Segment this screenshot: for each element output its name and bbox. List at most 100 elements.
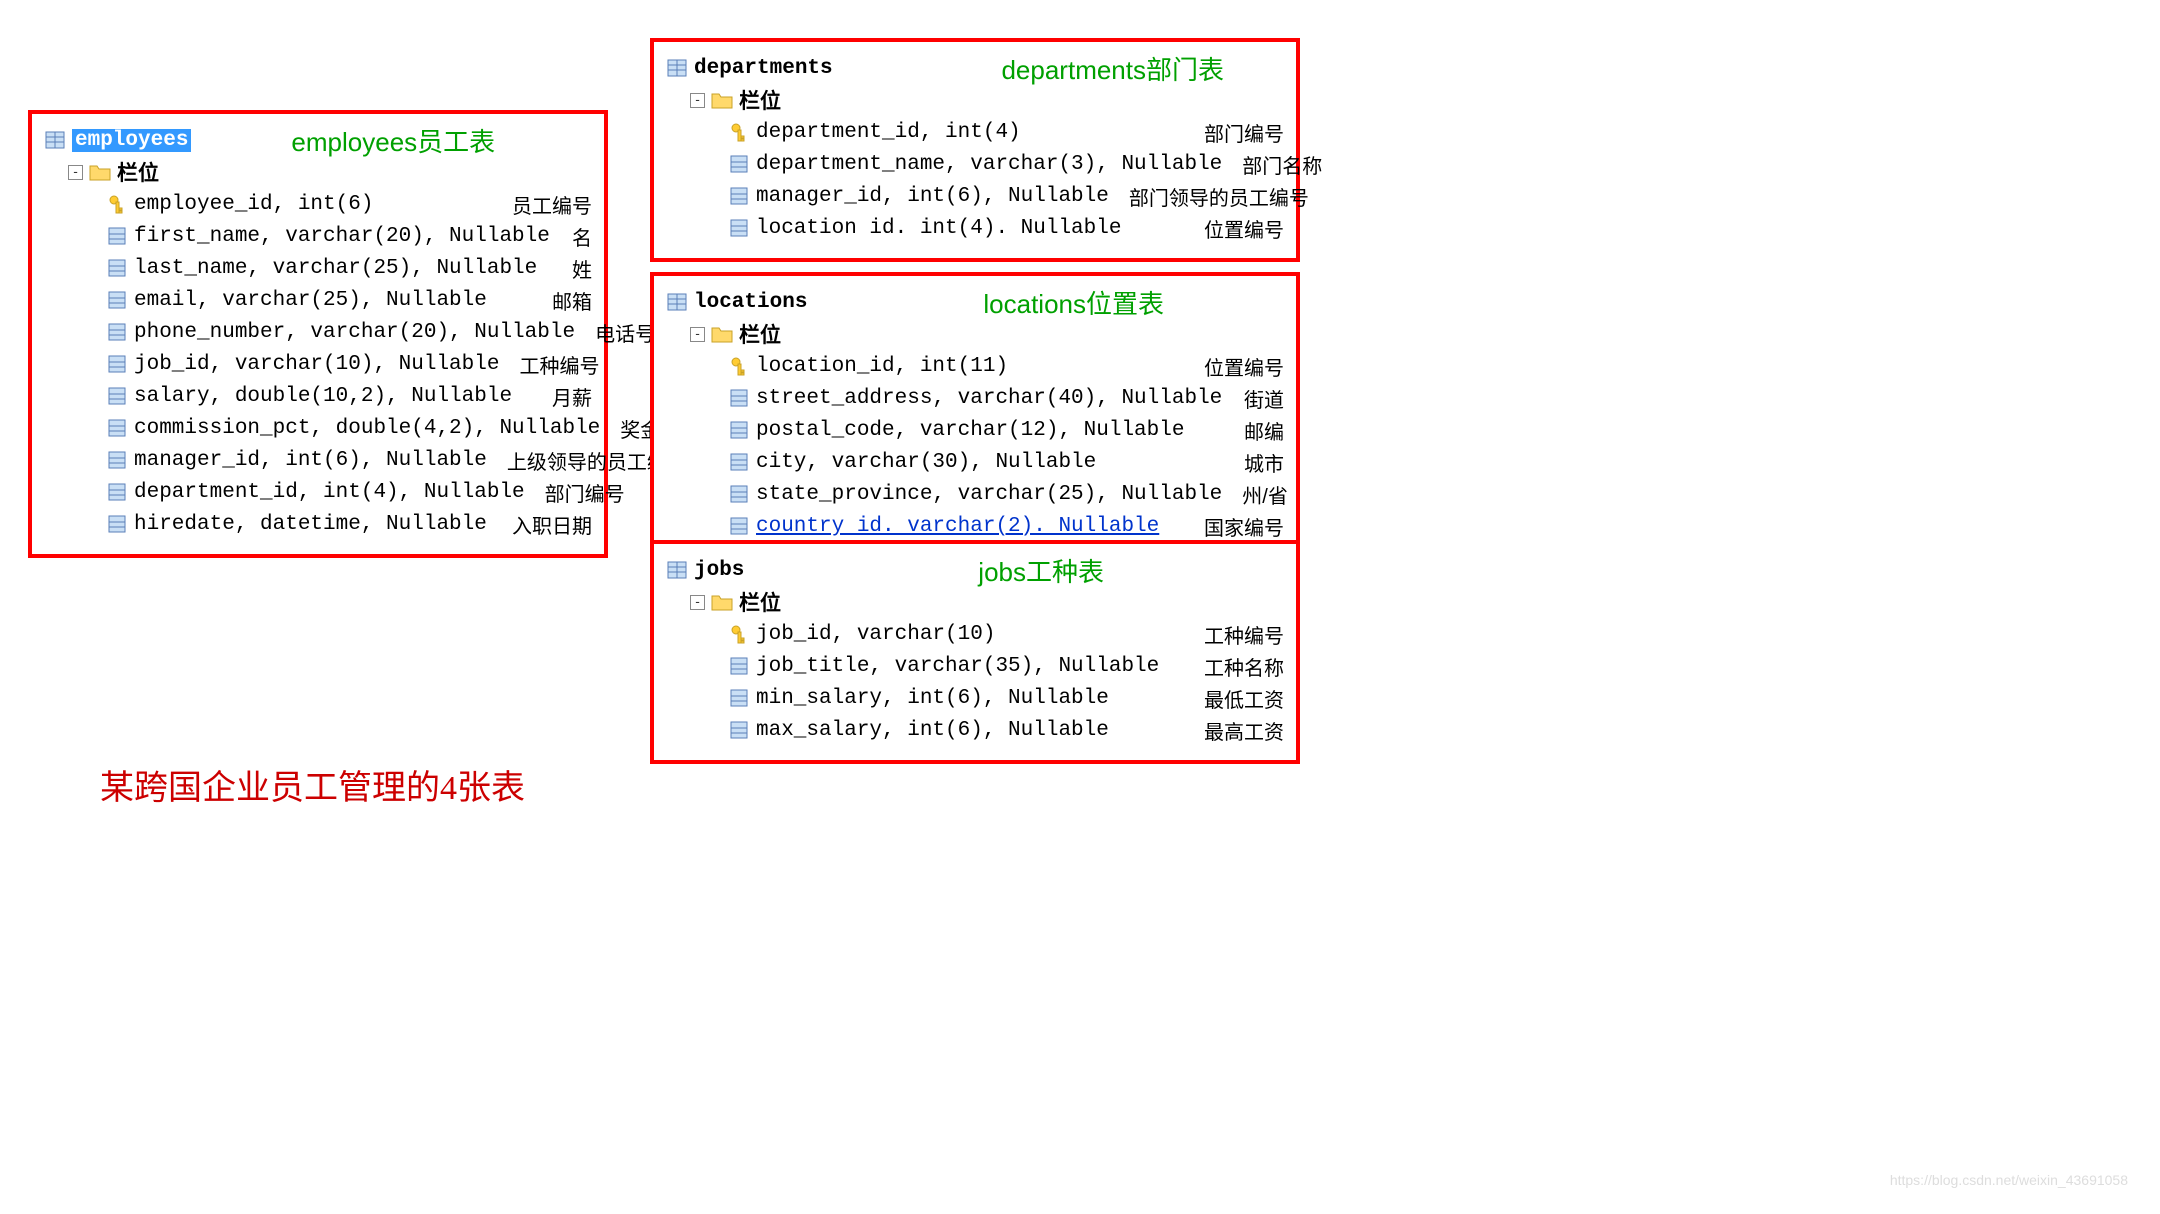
field-definition: last_name, varchar(25), Nullable <box>134 257 537 280</box>
field-row[interactable]: department_id, int(4)部门编号 <box>728 118 1284 146</box>
field-row[interactable]: job_id, varchar(10), Nullable工种编号 <box>106 350 592 378</box>
primary-key-icon <box>728 121 750 143</box>
field-definition: manager_id, int(6), Nullable <box>756 185 1109 208</box>
box-title: jobs工种表 <box>978 552 1104 589</box>
column-icon <box>106 289 128 311</box>
fields-container: job_id, varchar(10)工种编号 job_title, varcha… <box>666 620 1284 744</box>
box-title: departments部门表 <box>1001 50 1224 87</box>
column-icon <box>728 217 750 239</box>
box-title: locations位置表 <box>983 284 1164 321</box>
field-row[interactable]: first_name, varchar(20), Nullable名 <box>106 222 592 250</box>
field-description: 位置编号 <box>1184 352 1284 381</box>
field-description: 位置编号 <box>1184 214 1284 243</box>
field-row[interactable]: hiredate, datetime, Nullable入职日期 <box>106 510 592 538</box>
column-icon <box>728 387 750 409</box>
field-row[interactable]: manager_id, int(6), Nullable上级领导的员工编号 <box>106 446 592 474</box>
field-definition: location_id, int(11) <box>756 355 1008 378</box>
table-row[interactable]: employees employees员工表 <box>44 126 592 154</box>
column-icon <box>106 225 128 247</box>
columns-folder[interactable]: - 栏位 <box>68 158 592 186</box>
field-row[interactable]: postal_code, varchar(12), Nullable邮编 <box>728 416 1284 444</box>
column-icon <box>106 385 128 407</box>
field-description: 入职日期 <box>492 510 592 539</box>
field-description: 邮编 <box>1224 416 1284 445</box>
columns-folder[interactable]: - 栏位 <box>690 588 1284 616</box>
field-row[interactable]: job_title, varchar(35), Nullable工种名称 <box>728 652 1284 680</box>
field-description: 工种编号 <box>1184 620 1284 649</box>
table-name: employees <box>72 129 191 152</box>
field-definition: manager_id, int(6), Nullable <box>134 449 487 472</box>
table-row[interactable]: jobs jobs工种表 <box>666 556 1284 584</box>
column-icon <box>728 451 750 473</box>
folder-icon <box>711 323 733 345</box>
field-description: 姓 <box>552 254 592 283</box>
field-row[interactable]: employee_id, int(6)员工编号 <box>106 190 592 218</box>
field-row[interactable]: country id. varchar(2). Nullable国家编号 <box>728 512 1284 540</box>
table-icon <box>666 291 688 313</box>
field-description: 部门名称 <box>1222 150 1322 179</box>
field-description: 街道 <box>1224 384 1284 413</box>
toggle-icon[interactable]: - <box>690 93 705 108</box>
field-definition: salary, double(10,2), Nullable <box>134 385 512 408</box>
field-description: 工种名称 <box>1184 652 1284 681</box>
field-row[interactable]: state_province, varchar(25), Nullable州/省 <box>728 480 1284 508</box>
field-description: 部门领导的员工编号 <box>1109 182 1309 211</box>
field-row[interactable]: street_address, varchar(40), Nullable街道 <box>728 384 1284 412</box>
field-definition: employee_id, int(6) <box>134 193 373 216</box>
column-icon <box>728 655 750 677</box>
field-definition: state_province, varchar(25), Nullable <box>756 483 1222 506</box>
field-definition: street_address, varchar(40), Nullable <box>756 387 1222 410</box>
field-definition: department_name, varchar(3), Nullable <box>756 153 1222 176</box>
fields-container: employee_id, int(6)员工编号 first_name, varch… <box>44 190 592 538</box>
field-row[interactable]: department_name, varchar(3), Nullable部门名… <box>728 150 1284 178</box>
columns-folder[interactable]: - 栏位 <box>690 320 1284 348</box>
field-definition: first_name, varchar(20), Nullable <box>134 225 550 248</box>
primary-key-icon <box>728 623 750 645</box>
field-row[interactable]: department_id, int(4), Nullable部门编号 <box>106 478 592 506</box>
column-icon <box>728 719 750 741</box>
watermark: https://blog.csdn.net/weixin_43691058 <box>1890 1172 2128 1188</box>
table-icon <box>44 129 66 151</box>
field-row[interactable]: last_name, varchar(25), Nullable 姓 <box>106 254 592 282</box>
field-definition: city, varchar(30), Nullable <box>756 451 1096 474</box>
columns-folder[interactable]: - 栏位 <box>690 86 1284 114</box>
table-row[interactable]: departments departments部门表 <box>666 54 1284 82</box>
folder-label: 栏位 <box>739 319 781 349</box>
folder-icon <box>711 591 733 613</box>
field-description: 城市 <box>1224 448 1284 477</box>
field-row[interactable]: commission_pct, double(4,2), Nullable奖金率 <box>106 414 592 442</box>
field-description: 部门编号 <box>525 478 625 507</box>
field-row[interactable]: max_salary, int(6), Nullable最高工资 <box>728 716 1284 744</box>
table-name: jobs <box>694 559 744 582</box>
field-row[interactable]: email, varchar(25), Nullable邮箱 <box>106 286 592 314</box>
field-definition: commission_pct, double(4,2), Nullable <box>134 417 600 440</box>
field-description: 邮箱 <box>532 286 592 315</box>
column-icon <box>106 353 128 375</box>
field-description: 最高工资 <box>1184 716 1284 745</box>
field-row[interactable]: salary, double(10,2), Nullable月薪 <box>106 382 592 410</box>
field-row[interactable]: job_id, varchar(10)工种编号 <box>728 620 1284 648</box>
toggle-icon[interactable]: - <box>690 327 705 342</box>
column-icon <box>728 483 750 505</box>
field-row[interactable]: location id. int(4). Nullable位置编号 <box>728 214 1284 242</box>
field-row[interactable]: min_salary, int(6), Nullable最低工资 <box>728 684 1284 712</box>
column-icon <box>106 513 128 535</box>
primary-key-icon <box>106 193 128 215</box>
field-row[interactable]: phone_number, varchar(20), Nullable电话号码 <box>106 318 592 346</box>
departments-box: departments departments部门表 - 栏位 departme… <box>650 38 1300 262</box>
column-icon <box>728 515 750 537</box>
field-row[interactable]: manager_id, int(6), Nullable部门领导的员工编号 <box>728 182 1284 210</box>
field-description: 国家编号 <box>1184 512 1284 541</box>
box-title: employees员工表 <box>291 122 495 159</box>
field-row[interactable]: location_id, int(11) 位置编号 <box>728 352 1284 380</box>
table-row[interactable]: locations locations位置表 <box>666 288 1284 316</box>
folder-label: 栏位 <box>739 85 781 115</box>
toggle-icon[interactable]: - <box>690 595 705 610</box>
folder-icon <box>89 161 111 183</box>
column-icon <box>106 481 128 503</box>
toggle-icon[interactable]: - <box>68 165 83 180</box>
field-definition: department_id, int(4), Nullable <box>134 481 525 504</box>
primary-key-icon <box>728 355 750 377</box>
field-row[interactable]: city, varchar(30), Nullable 城市 <box>728 448 1284 476</box>
column-icon <box>728 153 750 175</box>
